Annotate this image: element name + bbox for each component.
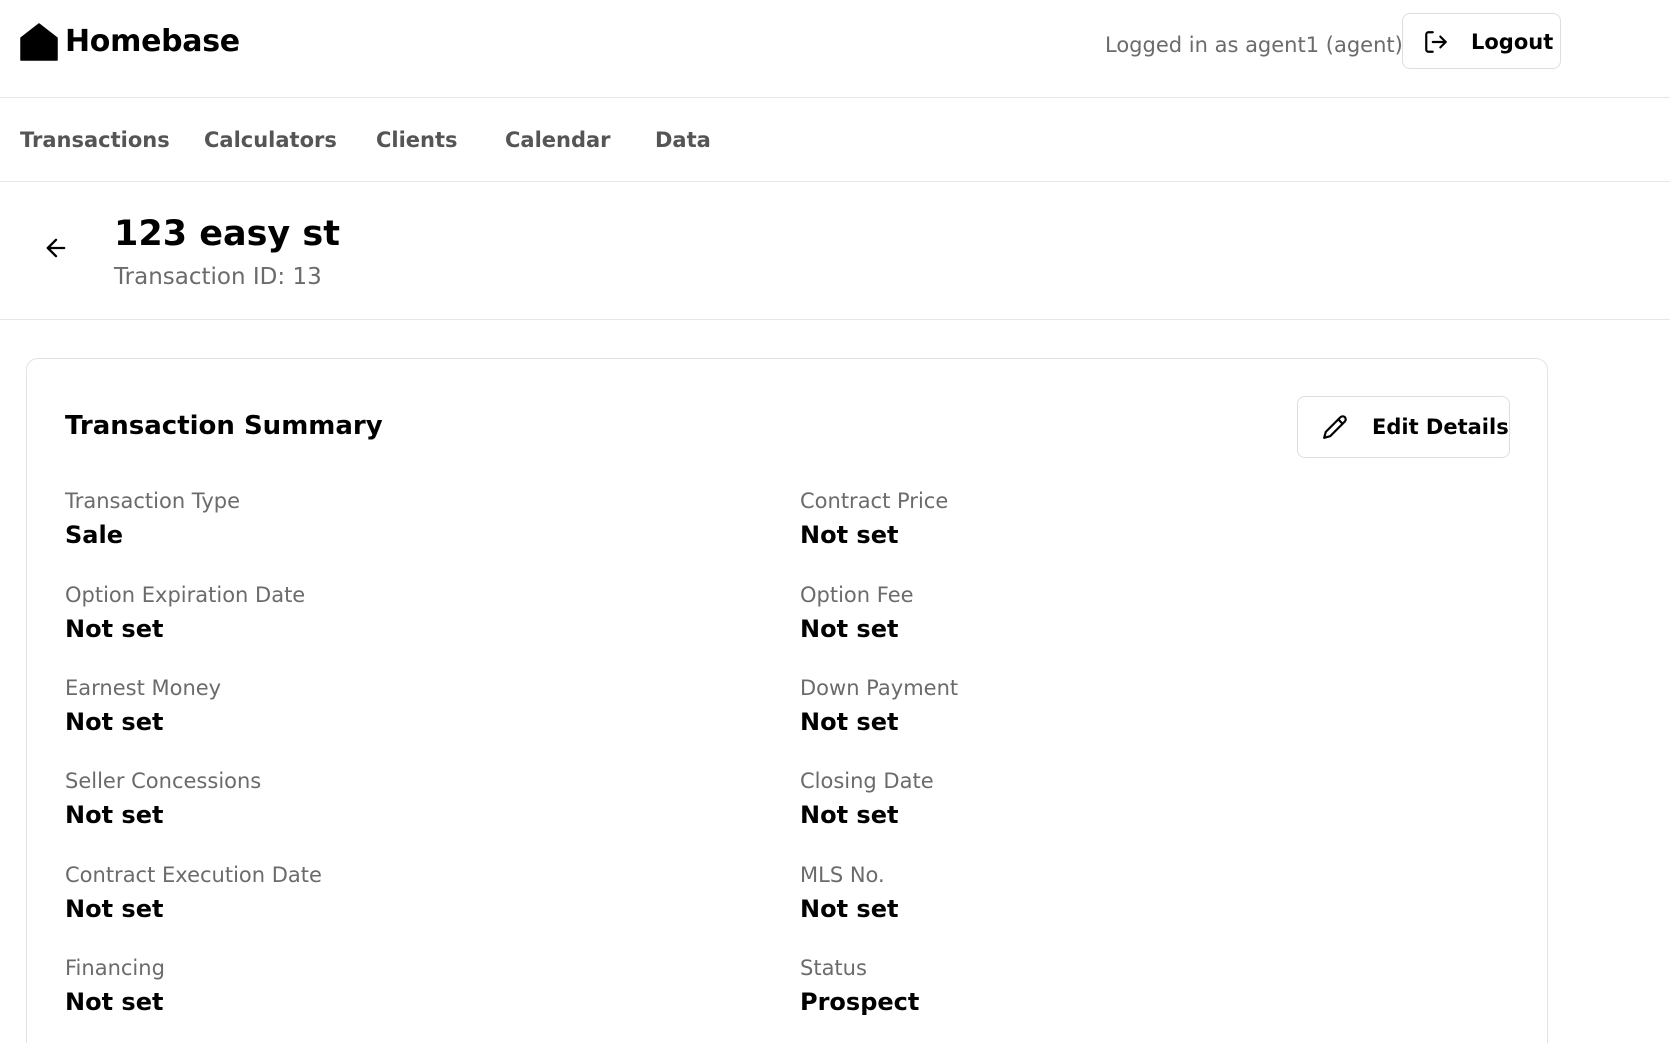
logged-in-text: Logged in as agent1 (agent) bbox=[1105, 33, 1403, 57]
logout-label: Logout bbox=[1471, 30, 1554, 54]
field-status: Status Prospect bbox=[800, 954, 919, 1017]
field-value: Not set bbox=[800, 801, 899, 829]
field-label: Contract Execution Date bbox=[65, 863, 322, 887]
nav-item-transactions[interactable]: Transactions bbox=[20, 126, 170, 154]
field-value: Not set bbox=[65, 708, 164, 736]
field-closing-date: Closing Date Not set bbox=[800, 767, 934, 830]
pencil-icon bbox=[1323, 415, 1347, 439]
field-label: Status bbox=[800, 956, 867, 980]
arrow-left-icon[interactable] bbox=[42, 234, 70, 262]
page-heading: 123 easy st Transaction ID: 13 bbox=[0, 182, 1670, 320]
nav-item-calendar[interactable]: Calendar bbox=[505, 126, 611, 154]
nav-item-data[interactable]: Data bbox=[655, 126, 711, 154]
field-label: Down Payment bbox=[800, 676, 959, 700]
brand-logo[interactable]: Homebase bbox=[20, 22, 240, 62]
field-value: Sale bbox=[65, 521, 123, 549]
field-option-fee: Option Fee Not set bbox=[800, 581, 914, 644]
field-transaction-type: Transaction Type Sale bbox=[65, 487, 240, 550]
field-value: Not set bbox=[800, 615, 899, 643]
field-contract-price: Contract Price Not set bbox=[800, 487, 948, 550]
edit-details-label: Edit Details bbox=[1372, 415, 1509, 439]
field-value: Not set bbox=[800, 895, 899, 923]
field-value: Prospect bbox=[800, 988, 920, 1016]
field-label: Earnest Money bbox=[65, 676, 222, 700]
field-value: Not set bbox=[65, 801, 164, 829]
house-icon bbox=[20, 23, 58, 61]
field-label: Closing Date bbox=[800, 769, 934, 793]
page: Homebase Logged in as agent1 (agent) Log… bbox=[0, 0, 1670, 1043]
field-financing: Financing Not set bbox=[65, 954, 165, 1017]
field-label: MLS No. bbox=[800, 863, 885, 887]
brand-name: Homebase bbox=[65, 24, 240, 59]
transaction-id: Transaction ID: 13 bbox=[114, 264, 322, 290]
field-label: Financing bbox=[65, 956, 165, 980]
edit-details-button[interactable]: Edit Details bbox=[1297, 396, 1510, 458]
field-earnest-money: Earnest Money Not set bbox=[65, 674, 221, 737]
logout-icon bbox=[1425, 31, 1447, 53]
logout-button[interactable]: Logout bbox=[1402, 13, 1561, 69]
card-title: Transaction Summary bbox=[65, 411, 383, 441]
field-contract-execution-date: Contract Execution Date Not set bbox=[65, 861, 322, 924]
field-value: Not set bbox=[65, 988, 164, 1016]
field-value: Not set bbox=[800, 708, 899, 736]
nav-item-calculators[interactable]: Calculators bbox=[204, 126, 337, 154]
field-label: Transaction Type bbox=[65, 489, 241, 513]
field-label: Option Expiration Date bbox=[65, 583, 306, 607]
field-value: Not set bbox=[65, 895, 164, 923]
page-title: 123 easy st bbox=[114, 214, 340, 254]
field-label: Option Fee bbox=[800, 583, 914, 607]
field-label: Seller Concessions bbox=[65, 769, 262, 793]
nav-item-clients[interactable]: Clients bbox=[376, 126, 458, 154]
field-label: Contract Price bbox=[800, 489, 949, 513]
field-option-expiration-date: Option Expiration Date Not set bbox=[65, 581, 305, 644]
transaction-summary-card: Transaction Summary Edit Details Transac… bbox=[26, 358, 1548, 1043]
top-header: Homebase Logged in as agent1 (agent) Log… bbox=[0, 0, 1670, 98]
main-nav: Transactions Calculators Clients Calenda… bbox=[0, 98, 1670, 182]
field-value: Not set bbox=[65, 615, 164, 643]
field-value: Not set bbox=[800, 521, 899, 549]
field-seller-concessions: Seller Concessions Not set bbox=[65, 767, 261, 830]
field-down-payment: Down Payment Not set bbox=[800, 674, 958, 737]
field-mls-no: MLS No. Not set bbox=[800, 861, 898, 924]
